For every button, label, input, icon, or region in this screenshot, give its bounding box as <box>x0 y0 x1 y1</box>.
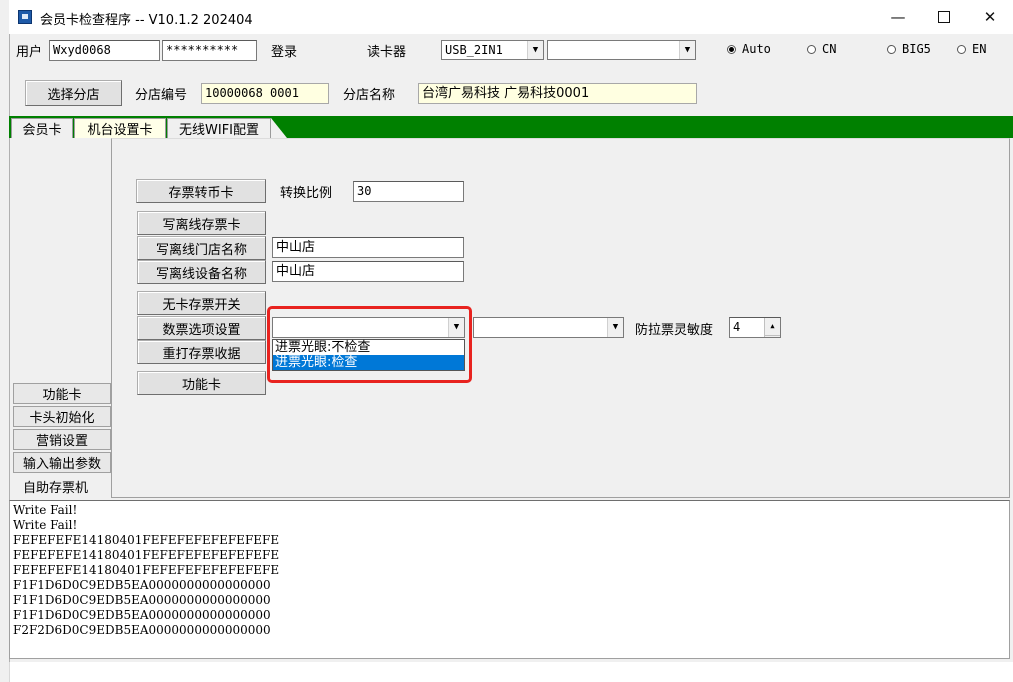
sidebar-item-marketing[interactable]: 营销设置 <box>13 429 111 450</box>
chevron-down-icon[interactable]: ▼ <box>527 41 543 59</box>
reprint-receipt-button[interactable]: 重打存票收据 <box>137 340 266 364</box>
log-line: Write Fail! <box>13 518 78 532</box>
write-offline-card-button[interactable]: 写离线存票卡 <box>137 211 266 235</box>
reader-label: 读卡器 <box>367 45 407 60</box>
sidebar-item-self-service[interactable]: 自助存票机 <box>23 477 88 496</box>
ratio-input[interactable]: 30 <box>353 181 464 202</box>
log-output[interactable]: Write Fail! Write Fail! FEFEFEFE14180401FE… <box>9 500 1010 659</box>
user-label: 用户 <box>16 45 43 60</box>
radio-unchecked-icon <box>887 44 896 54</box>
radio-big5-label: BIG5 <box>902 42 931 56</box>
log-line: F2F2D6D0C9EDB5EA0000000000000000 <box>13 623 271 637</box>
radio-unchecked-icon <box>807 44 816 54</box>
ratio-label: 转换比例 <box>280 186 333 201</box>
log-line: FEFEFEFE14180401FEFEFEFEFEFEFEFE <box>13 548 280 562</box>
branch-number-label: 分店编号 <box>135 88 188 103</box>
branch-name-field: 台湾广易科技 广易科技0001 <box>418 83 697 104</box>
chevron-down-icon[interactable]: ▼ <box>679 41 695 59</box>
anti-pull-label: 防拉票灵敏度 <box>635 323 714 338</box>
log-line: F1F1D6D0C9EDB5EA0000000000000000 <box>13 593 271 607</box>
sidebar-item-card-init[interactable]: 卡头初始化 <box>13 406 111 427</box>
device-name-input[interactable]: 中山店 <box>272 261 464 282</box>
log-line: FEFEFEFE14180401FEFEFEFEFEFEFEFE <box>13 563 280 577</box>
convert-coin-card-button[interactable]: 存票转币卡 <box>136 179 266 203</box>
function-card-button[interactable]: 功能卡 <box>137 371 266 395</box>
sidebar-item-io-params[interactable]: 输入输出参数 <box>13 452 111 473</box>
log-line: F1F1D6D0C9EDB5EA0000000000000000 <box>13 578 271 592</box>
reader-select[interactable]: USB_2IN1 ▼ <box>441 40 544 60</box>
tab-machine-settings[interactable]: 机台设置卡 <box>74 118 166 138</box>
window-title: 会员卡检查程序 -- V10.1.2 202404 <box>40 13 253 28</box>
chevron-down-icon[interactable]: ▼ <box>607 318 623 337</box>
highlight-annotation-box <box>267 306 472 383</box>
radio-cn[interactable]: CN <box>807 42 836 56</box>
branch-name-label: 分店名称 <box>343 88 396 103</box>
radio-unchecked-icon <box>957 44 966 54</box>
no-card-switch-button[interactable]: 无卡存票开关 <box>137 291 266 315</box>
radio-big5[interactable]: BIG5 <box>887 42 931 56</box>
user-input[interactable]: Wxyd0068 <box>49 40 160 61</box>
close-icon[interactable]: ✕ <box>967 0 1013 34</box>
reader-select-value: USB_2IN1 <box>445 43 503 57</box>
radio-auto[interactable]: Auto <box>727 42 771 56</box>
log-line: F1F1D6D0C9EDB5EA0000000000000000 <box>13 608 271 622</box>
tab-member-card[interactable]: 会员卡 <box>11 118 73 138</box>
spin-up-icon[interactable]: ▲ <box>765 318 780 336</box>
store-name-input[interactable]: 中山店 <box>272 237 464 258</box>
write-device-name-button[interactable]: 写离线设备名称 <box>137 260 266 284</box>
write-store-name-button[interactable]: 写离线门店名称 <box>137 236 266 260</box>
app-icon <box>18 10 32 24</box>
count-option2-select[interactable]: ▼ <box>473 317 624 338</box>
radio-cn-label: CN <box>822 42 837 56</box>
radio-checked-icon <box>727 44 736 54</box>
tab-wifi-config[interactable]: 无线WIFI配置 <box>167 118 271 138</box>
password-input[interactable]: ********** <box>162 40 257 61</box>
radio-en-label: EN <box>972 42 987 56</box>
tab-edge-decoration <box>271 118 287 138</box>
maximize-icon[interactable] <box>921 0 967 34</box>
anti-pull-value: 4 <box>733 320 741 334</box>
count-option-button[interactable]: 数票选项设置 <box>137 316 266 340</box>
select-branch-button[interactable]: 选择分店 <box>25 80 122 106</box>
radio-auto-label: Auto <box>742 42 771 56</box>
log-line: FEFEFEFE14180401FEFEFEFEFEFEFEFE <box>13 533 280 547</box>
sidebar-item-function-card[interactable]: 功能卡 <box>13 383 111 404</box>
login-link[interactable]: 登录 <box>271 41 297 60</box>
anti-pull-spinner[interactable]: 4 ▲ ▼ <box>729 317 781 338</box>
reader-port-select[interactable]: ▼ <box>547 40 696 60</box>
minimize-icon[interactable]: — <box>875 0 921 34</box>
radio-en[interactable]: EN <box>957 42 986 56</box>
branch-number-field: 10000068 0001 <box>201 83 329 104</box>
log-line: Write Fail! <box>13 503 78 517</box>
spinner-arrows[interactable]: ▲ ▼ <box>764 318 780 337</box>
spin-down-icon[interactable]: ▼ <box>765 336 780 337</box>
